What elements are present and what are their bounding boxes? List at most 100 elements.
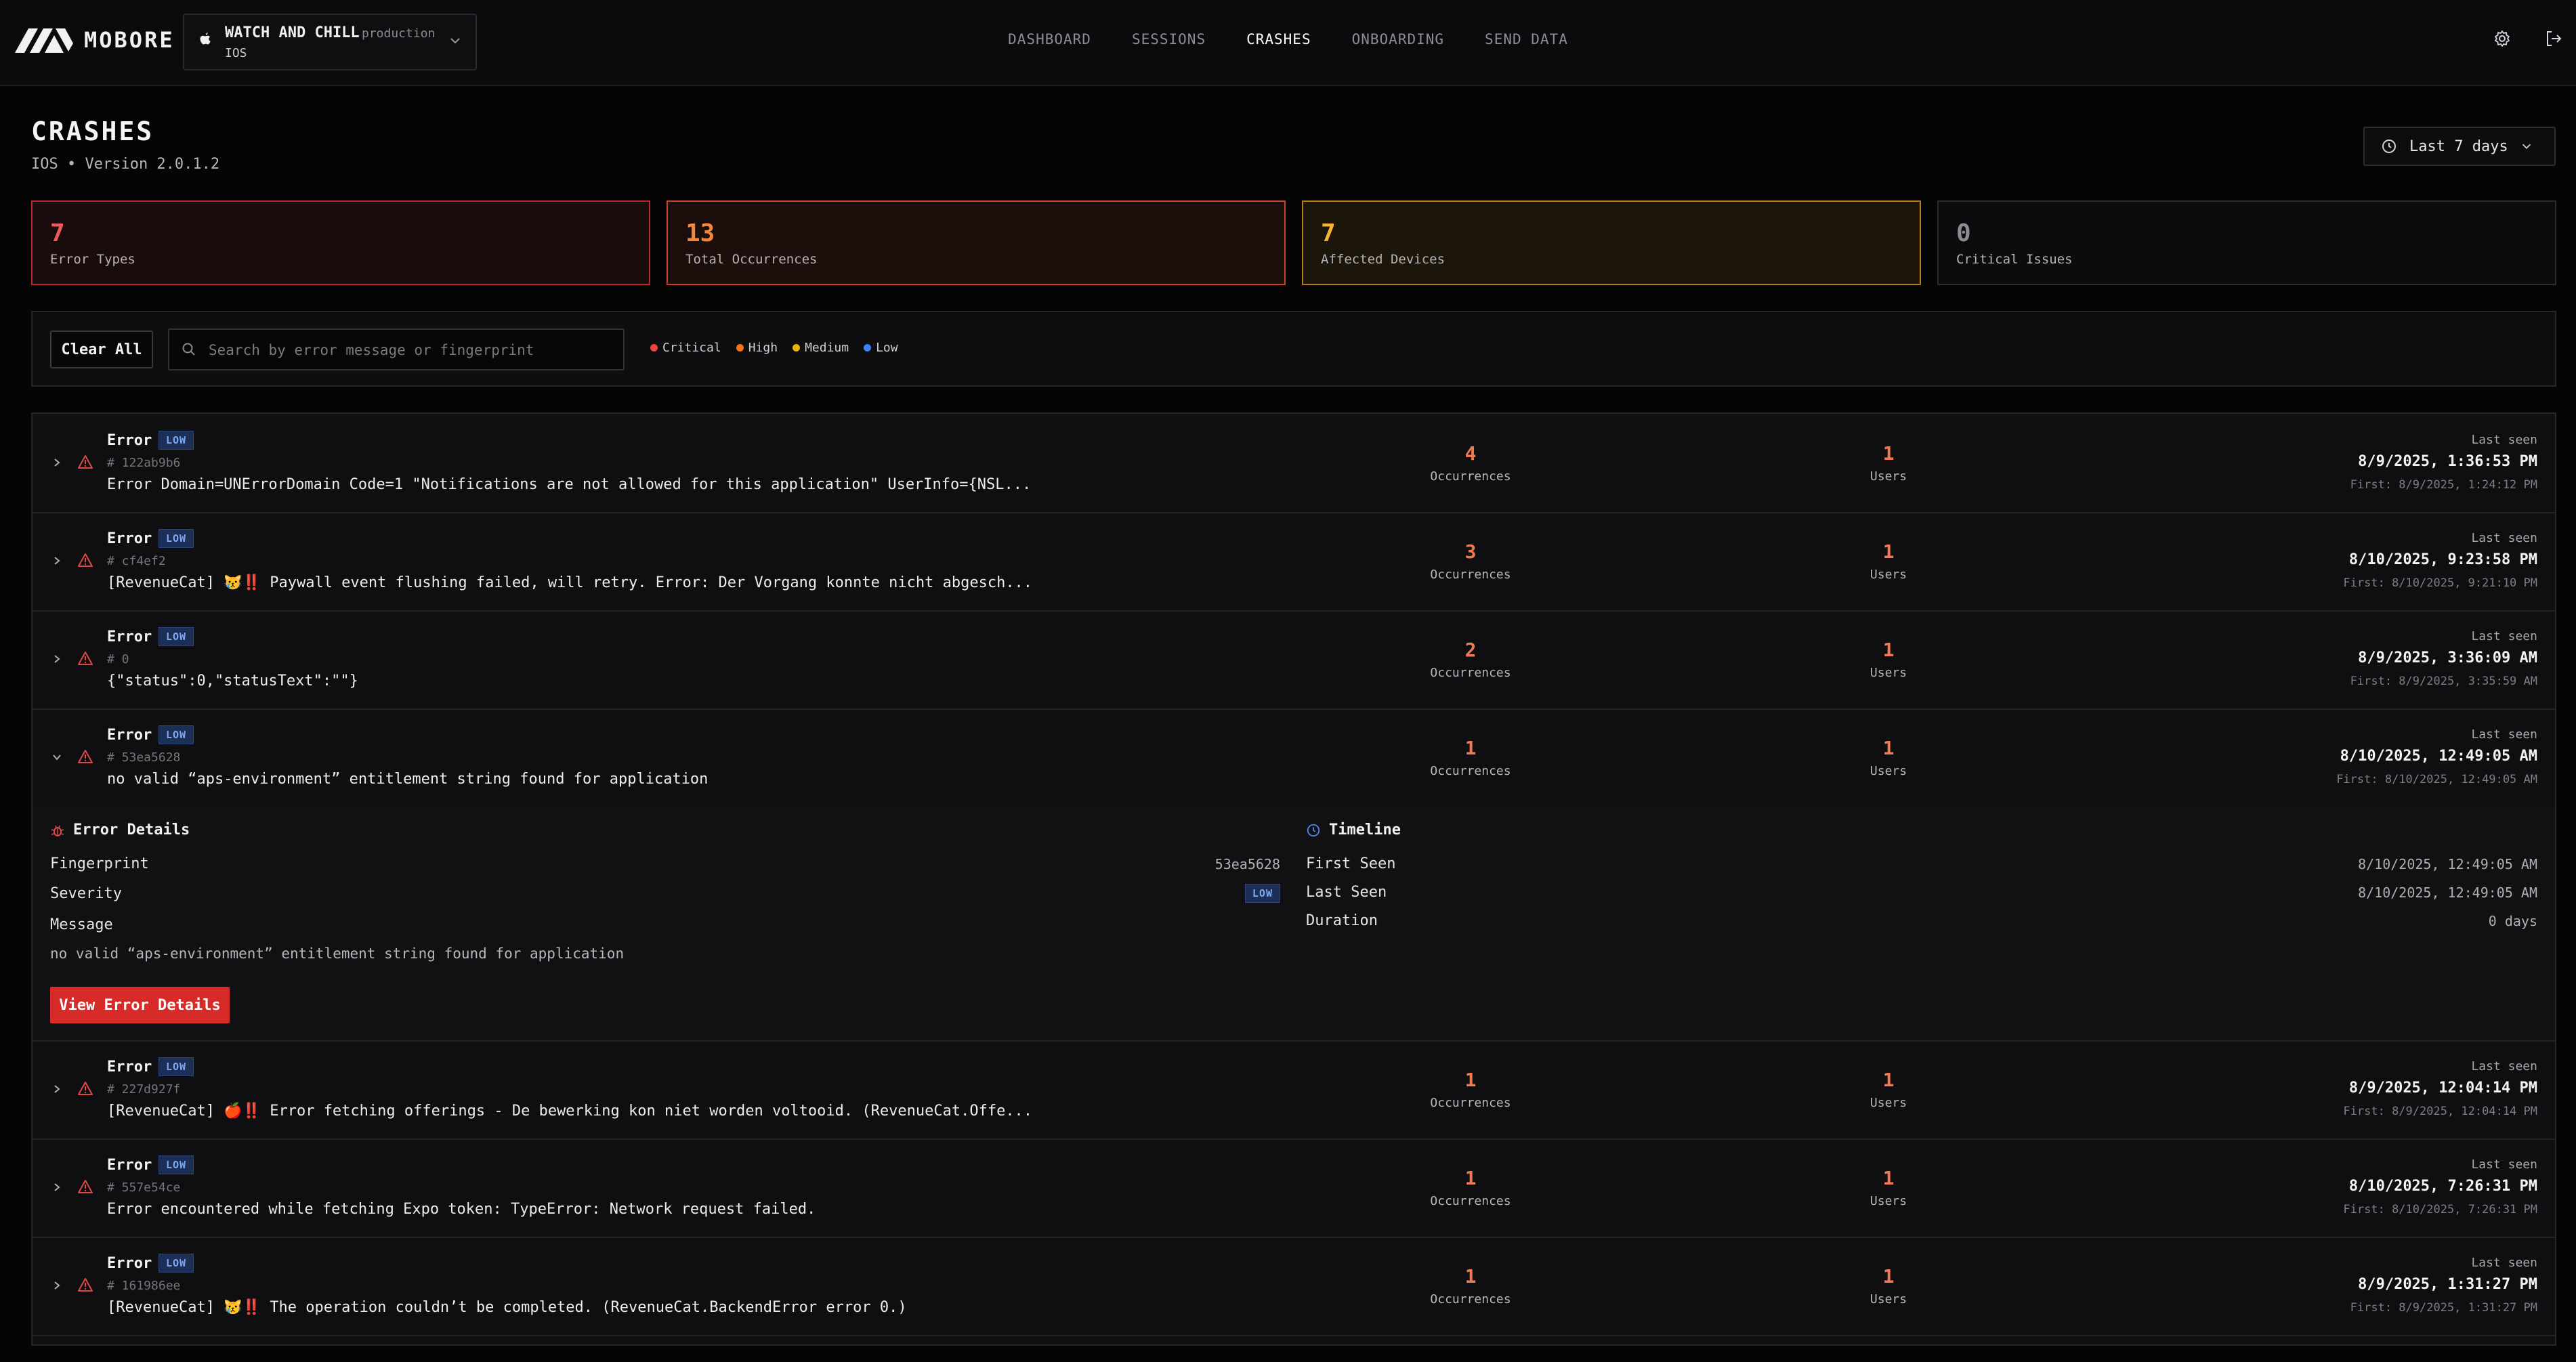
nav-item-onboarding[interactable]: ONBOARDING [1352,31,1444,47]
timeline-heading: Timeline [1306,822,1401,838]
stat-label: Error Types [50,252,135,267]
severity-dot [736,344,744,352]
warning-icon [78,1278,93,1292]
error-fingerprint: # 53ea5628 [107,750,181,765]
project-platform: IOS [225,46,247,60]
stat-card-error-types: 7 Error Types [31,200,650,285]
chevron-right-icon[interactable] [51,1084,62,1094]
severity-dot [864,344,872,352]
users-count: 1 [1882,1167,1895,1189]
severity-badge: LOW [159,1057,194,1076]
occurrences-label: Occurrences [1430,764,1511,778]
last-seen-label: Last seen [2471,1059,2537,1073]
users-label: Users [1870,666,1907,680]
severity-label: Severity [50,885,122,902]
bug-icon [51,825,64,836]
error-row[interactable]: Error LOW # 227d927f [RevenueCat] 🍎‼️ Error… [33,1040,2555,1140]
warning-icon [78,553,93,567]
error-row[interactable]: Error LOW # 557e54ce Error encountered whil… [33,1138,2555,1238]
error-type: Error [107,1157,152,1174]
message-value: no valid “aps-environment” entitlement s… [50,945,625,962]
logout-icon[interactable] [2545,30,2562,47]
chevron-right-icon[interactable] [51,1280,62,1291]
stat-value: 13 [685,219,715,247]
date-range-label: Last 7 days [2409,137,2508,155]
error-row[interactable]: Error LOW # 0 {"status":0,"statusText":""} 2… [33,610,2555,710]
last-seen-value: 8/10/2025, 9:23:58 PM [2348,551,2537,568]
stat-label: Affected Devices [1321,252,1445,267]
error-type: Error [107,1255,152,1272]
error-type: Error [107,432,152,449]
filter-bar: Clear All Critical High Medium Low [31,311,2556,387]
chevron-right-icon[interactable] [51,654,62,664]
severity-legend: Critical High Medium Low [650,341,898,355]
stat-card-affected-devices: 7 Affected Devices [1302,200,1921,285]
error-message: {"status":0,"statusText":""} [107,673,358,689]
users-count: 1 [1882,1069,1895,1091]
top-bar: MOBORE WATCH AND CHILL production IOS DA… [0,0,2576,86]
first-seen-value: First: 8/10/2025, 7:26:31 PM [2343,1203,2537,1216]
occurrences-count: 4 [1464,442,1477,465]
clock-icon [1307,824,1320,836]
view-error-details-button[interactable]: View Error Details [50,987,230,1023]
error-message: Error encountered while fetching Expo to… [107,1201,816,1218]
error-row[interactable]: Error LOW # 161986ee [RevenueCat] 😿‼️ The o… [33,1237,2555,1336]
legend-item-critical: Critical [650,341,721,355]
chevron-right-icon[interactable] [51,1182,62,1193]
nav-item-send-data[interactable]: SEND DATA [1485,31,1568,47]
error-row[interactable]: Error LOW # cf4ef2 [RevenueCat] 😿‼️ Paywall… [33,512,2555,612]
warning-icon [78,455,93,469]
stat-label: Total Occurrences [685,252,818,267]
error-list: Error LOW # 122ab9b6 Error Domain=UNErrorDo… [31,412,2556,1346]
duration-label: Duration [1306,912,1378,929]
chevron-down-icon[interactable] [51,752,62,763]
legend-label: Low [876,341,898,355]
timeline-title: Timeline [1329,822,1401,838]
users-label: Users [1870,1292,1907,1306]
clock-icon [2382,140,2396,153]
stat-card-critical-issues: 0 Critical Issues [1937,200,2556,285]
logo[interactable]: MOBORE [15,26,175,54]
error-message: [RevenueCat] 🍎‼️ Error fetching offering… [107,1103,1033,1120]
occurrences-label: Occurrences [1430,1292,1511,1306]
last-seen-value: 8/9/2025, 1:36:53 PM [2358,453,2537,470]
last-seen-label: Last seen [2471,629,2537,643]
occurrences-count: 1 [1464,737,1477,759]
error-row[interactable]: Error LOW # 122ab9b6 Error Domain=UNErrorDo… [33,414,2555,513]
error-message: [RevenueCat] 😿‼️ Paywall event flushing … [107,574,1033,591]
error-message: no valid “aps-environment” entitlement s… [107,771,709,788]
search-input[interactable] [207,337,610,364]
users-label: Users [1870,568,1907,582]
occurrences-label: Occurrences [1430,1194,1511,1208]
message-label: Message [50,916,113,933]
warning-icon [78,1082,93,1095]
error-row[interactable]: Error LOW # 53ea5628 no valid “aps-environm… [33,708,2555,808]
search-box[interactable] [168,328,625,370]
project-selector[interactable]: WATCH AND CHILL production IOS [183,14,477,70]
chevron-right-icon[interactable] [51,457,62,468]
nav-item-sessions[interactable]: SESSIONS [1132,31,1206,47]
project-name: WATCH AND CHILL [225,24,360,41]
error-fingerprint: # 122ab9b6 [107,456,181,470]
severity-badge: LOW [159,529,194,548]
gear-icon[interactable] [2493,30,2511,47]
severity-badge: LOW [159,725,194,744]
chevron-down-icon [2522,144,2531,149]
first-seen-value: First: 8/9/2025, 1:24:12 PM [2350,478,2537,492]
severity-badge: LOW [159,1254,194,1273]
page-title: CRASHES [31,116,154,146]
occurrences-label: Occurrences [1430,469,1511,484]
first-seen-value: First: 8/9/2025, 3:35:59 AM [2350,675,2537,688]
chevron-down-icon [450,38,460,44]
occurrences-count: 3 [1464,540,1477,563]
fingerprint-label: Fingerprint [50,855,149,872]
nav-item-crashes[interactable]: CRASHES [1246,31,1311,47]
clear-all-button[interactable]: Clear All [50,331,153,368]
date-range-select[interactable]: Last 7 days [2363,127,2556,166]
error-fingerprint: # 557e54ce [107,1180,181,1195]
stat-label: Critical Issues [1956,252,2073,267]
error-fingerprint: # 161986ee [107,1279,181,1293]
chevron-right-icon[interactable] [51,555,62,566]
nav-item-dashboard[interactable]: DASHBOARD [1008,31,1091,47]
stat-value: 7 [1321,219,1336,247]
